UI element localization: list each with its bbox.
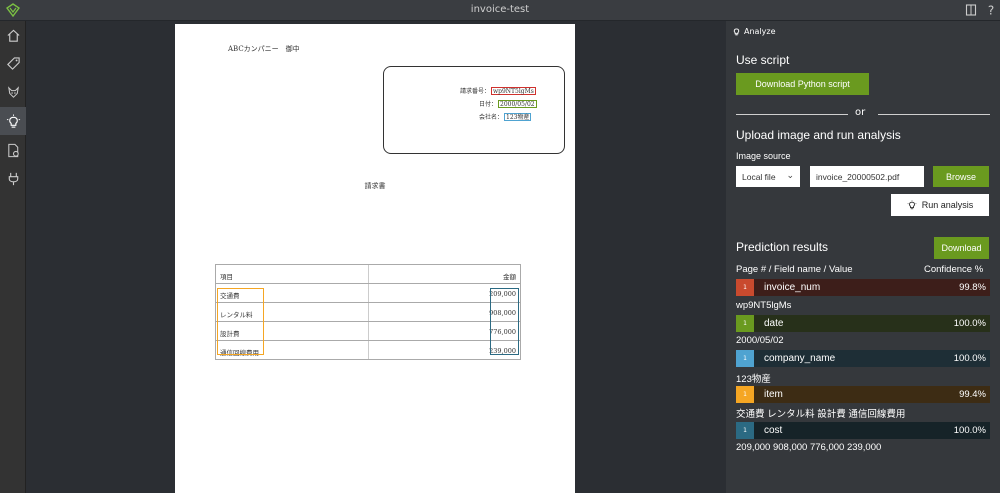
title-bar: invoice-test ? [0, 0, 1000, 21]
field-value: 209,000 908,000 776,000 239,000 [736, 442, 882, 453]
field-name: cost [764, 425, 783, 436]
prediction-heading: Prediction results [736, 240, 829, 254]
page-badge: 1 [736, 350, 754, 367]
field-value: wp9NT5lgMs [736, 300, 792, 311]
browse-button[interactable]: Browse [933, 166, 989, 187]
help-icon[interactable]: ? [984, 3, 998, 18]
run-analysis-button[interactable]: Run analysis [891, 194, 989, 216]
page-badge: 1 [736, 422, 754, 439]
confidence: 99.8% [959, 282, 986, 293]
results-column-left: Page # / Field name / Value [736, 264, 853, 275]
nav-analyze[interactable] [0, 107, 26, 135]
doc-title: 請求書 [364, 182, 386, 190]
left-nav [0, 21, 26, 493]
field-name: date [764, 318, 784, 329]
confidence: 100.0% [953, 318, 986, 329]
panel-header: Analyze [726, 21, 1000, 42]
cost-highlight-box [490, 288, 519, 355]
download-results-button[interactable]: Download [934, 237, 989, 259]
model-icon [7, 85, 19, 98]
upload-heading: Upload image and run analysis [736, 128, 901, 142]
home-icon [6, 29, 20, 42]
results-column-right: Confidence % [924, 264, 984, 275]
file-path-input[interactable]: invoice_20000502.pdf [810, 166, 924, 187]
or-text: or [855, 107, 866, 118]
divider-right [878, 114, 990, 115]
nav-tag[interactable] [0, 49, 26, 77]
result-row-date[interactable]: 1 date 100.0% [736, 315, 990, 332]
download-python-button[interactable]: Download Python script [736, 73, 869, 95]
confidence: 100.0% [953, 425, 986, 436]
page-badge: 1 [736, 315, 754, 332]
nav-connections[interactable] [0, 164, 26, 192]
panel-header-label: Analyze [744, 27, 776, 36]
doc-field-company: 会社名： 123物産 [478, 113, 532, 121]
result-row-invoice-num[interactable]: 1 invoice_num 99.8% [736, 279, 990, 296]
page-badge: 1 [736, 386, 754, 403]
field-name: invoice_num [764, 282, 821, 293]
divider-left [736, 114, 848, 115]
doc-addressee: ABCカンパニー 御中 [228, 45, 300, 53]
doc-table-header: 項目 金額 [216, 265, 520, 284]
field-name: item [764, 389, 783, 400]
analyze-icon [6, 113, 20, 128]
doc-field-invoice-num: 請求番号： wp9NT5lgMs [459, 87, 536, 95]
result-row-cost[interactable]: 1 cost 100.0% [736, 422, 990, 439]
window-title: invoice-test [470, 4, 530, 15]
confidence: 100.0% [953, 353, 986, 364]
nav-compose[interactable] [0, 136, 26, 164]
lightbulb-icon [733, 28, 740, 36]
document-canvas: ABCカンパニー 御中 請求番号： wp9NT5lgMs 日付： 2000/05/0… [27, 21, 725, 493]
image-source-select[interactable]: Local file ⌄ [736, 166, 800, 187]
nav-home[interactable] [0, 21, 26, 49]
result-row-company-name[interactable]: 1 company_name 100.0% [736, 350, 990, 367]
chevron-down-icon: ⌄ [786, 170, 794, 180]
lightbulb-icon [907, 200, 917, 210]
page-badge: 1 [736, 279, 754, 296]
nav-model[interactable] [0, 78, 26, 106]
notebook-icon[interactable] [964, 3, 978, 17]
use-script-heading: Use script [736, 53, 790, 67]
field-value: 123物産 [736, 374, 771, 385]
image-source-label: Image source [736, 151, 791, 161]
svg-text:?: ? [988, 4, 994, 18]
field-name: company_name [764, 353, 836, 364]
confidence: 99.4% [959, 389, 986, 400]
document-page: ABCカンパニー 御中 請求番号： wp9NT5lgMs 日付： 2000/05/0… [175, 24, 575, 493]
doc-field-date: 日付： 2000/05/02 [478, 100, 537, 108]
tag-icon [6, 56, 20, 70]
analyze-panel: Analyze Use script Download Python scrip… [726, 21, 1000, 493]
compose-icon [7, 143, 19, 157]
field-value: 交通費 レンタル料 設計費 通信回線費用 [736, 409, 906, 420]
field-value: 2000/05/02 [736, 335, 784, 346]
item-highlight-box [217, 288, 264, 355]
result-row-item[interactable]: 1 item 99.4% [736, 386, 990, 403]
plug-icon [8, 172, 18, 185]
doc-info-box [383, 66, 565, 154]
